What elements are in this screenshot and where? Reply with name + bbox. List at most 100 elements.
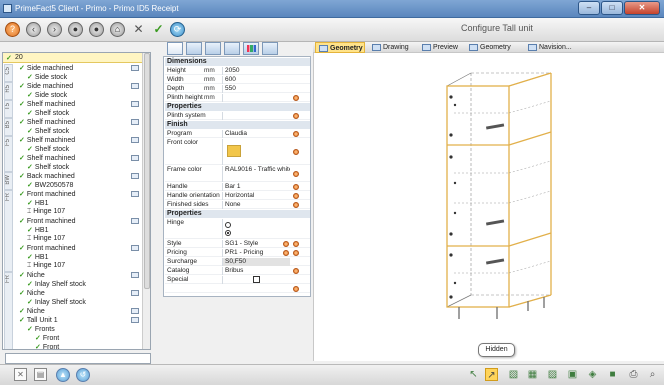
tree-item[interactable]: ✓ HB1 (27, 253, 49, 262)
property-value-field[interactable]: Claudia (222, 130, 290, 138)
property-value-field[interactable] (222, 219, 290, 239)
component-tree[interactable]: ✓ 20 C5 R5 T5 B5 F5 BW FR FR ✓ Side machined ✓ Side… (2, 52, 151, 350)
render-icon[interactable]: ◈ (586, 368, 599, 381)
dropdown-icon[interactable] (293, 249, 299, 256)
tree-scrollbar[interactable] (142, 53, 150, 349)
row-toggle-icon[interactable] (131, 191, 139, 197)
tab-geometry-2[interactable]: Geometry (466, 42, 520, 53)
dropdown-icon[interactable] (293, 240, 299, 247)
tree-item[interactable]: ⌶ Hinge 107 (27, 262, 65, 271)
front-color-swatch[interactable] (227, 145, 241, 157)
dropdown-icon[interactable] (293, 112, 299, 119)
dropdown-icon[interactable] (293, 94, 299, 101)
up-icon[interactable]: ▲ (56, 368, 70, 382)
row-toggle-icon[interactable] (131, 65, 139, 71)
row-toggle-icon[interactable] (131, 119, 139, 125)
property-value-field[interactable]: S0,F50 (222, 258, 290, 266)
arrow-icon[interactable]: ↺ (76, 368, 90, 382)
row-toggle-icon[interactable] (131, 308, 139, 314)
tab-chart-icon[interactable] (243, 42, 259, 55)
tab-form-icon[interactable] (262, 42, 278, 55)
tab-list-icon[interactable] (186, 42, 202, 55)
property-value-field[interactable]: 600 (222, 76, 290, 84)
dropdown-icon[interactable] (293, 148, 299, 155)
solid-icon[interactable]: ▨ (546, 368, 559, 381)
row-toggle-icon[interactable] (131, 272, 139, 278)
tree-root[interactable]: ✓ 20 (3, 53, 143, 63)
property-value-field[interactable]: Bar 1 (222, 183, 290, 191)
tree-item[interactable]: ✓ Shelf stock (27, 163, 69, 172)
tree-item[interactable]: ✓ Shelf machined (19, 154, 75, 163)
property-value-field[interactable]: RAL9016 - Traffic white (222, 166, 290, 182)
minimize-button[interactable]: – (578, 1, 600, 15)
tree-item[interactable]: ✓ Niche (19, 307, 45, 316)
dropdown-icon[interactable] (293, 192, 299, 199)
tree-item[interactable]: ✓ Inlay Shelf stock (27, 298, 86, 307)
property-value-field[interactable]: 550 (222, 85, 290, 93)
document-icon[interactable]: ▤ (34, 368, 47, 381)
property-value-field[interactable]: SG1 - Style (222, 240, 290, 248)
wire-icon[interactable]: ▦ (526, 368, 539, 381)
dropdown-icon[interactable] (293, 183, 299, 190)
hidden-icon[interactable]: ↗ (485, 368, 498, 381)
tab-navision[interactable]: Navision... (525, 42, 583, 53)
tree-item[interactable]: ✓ Side stock (27, 91, 67, 100)
special-checkbox[interactable] (253, 276, 260, 283)
tree-item[interactable]: ✓ Shelf machined (19, 136, 75, 145)
scrollbar-thumb[interactable] (144, 53, 150, 289)
property-value-field[interactable]: None (222, 201, 290, 209)
tree-item[interactable]: ✓ Fronts (27, 325, 55, 334)
row-toggle-icon[interactable] (131, 155, 139, 161)
shaded-icon[interactable]: ▣ (566, 368, 579, 381)
close-icon[interactable]: ✕ (14, 368, 27, 381)
hinge-radio[interactable] (225, 230, 231, 236)
dropdown-icon[interactable] (293, 201, 299, 208)
row-toggle-icon[interactable] (131, 290, 139, 296)
tree-item[interactable]: ✓ Front (35, 334, 59, 343)
property-value-field[interactable]: PR1 - Pricing (222, 249, 290, 257)
dropdown-icon[interactable] (283, 249, 289, 256)
dropdown-icon[interactable] (293, 130, 299, 137)
row-toggle-icon[interactable] (131, 218, 139, 224)
3d-viewer[interactable] (313, 53, 664, 361)
tree-item[interactable]: ✓ Back machined (19, 172, 75, 181)
property-value-field[interactable]: Bribus (222, 267, 290, 275)
row-toggle-icon[interactable] (131, 137, 139, 143)
tab-drawing[interactable]: Drawing (369, 42, 415, 53)
tab-doc-icon[interactable] (224, 42, 240, 55)
dropdown-icon[interactable] (283, 240, 289, 247)
tree-item[interactable]: ✓ Inlay Shelf stock (27, 280, 86, 289)
dropdown-icon[interactable] (293, 286, 299, 292)
property-value-field[interactable] (222, 112, 290, 120)
texture-icon[interactable]: ■ (606, 368, 619, 381)
tree-item[interactable]: ✓ BW2050578 (27, 181, 73, 190)
property-value-field[interactable] (222, 94, 290, 102)
tab-geometry[interactable]: Geometry (315, 42, 365, 53)
tree-item[interactable]: ✓ Shelf machined (19, 118, 75, 127)
print-icon[interactable]: ⎙ (627, 368, 640, 381)
hinge-radio[interactable] (225, 222, 231, 228)
tree-item[interactable]: ✓ Front machined (19, 217, 76, 226)
row-toggle-icon[interactable] (131, 83, 139, 89)
tab-grid-icon[interactable] (167, 42, 183, 55)
tree-item[interactable]: ✓ Side stock (27, 73, 67, 82)
tree-item[interactable]: ✓ Shelf stock (27, 109, 69, 118)
tree-item[interactable]: ⌶ Hinge 107 (27, 235, 65, 244)
close-button[interactable]: ✕ (624, 1, 660, 15)
maximize-button[interactable]: □ (601, 1, 623, 15)
tree-item[interactable]: ⌶ Hinge 107 (27, 208, 65, 217)
tree-item[interactable]: ✓ Shelf stock (27, 145, 69, 154)
row-toggle-icon[interactable] (131, 317, 139, 323)
tree-item[interactable]: ✓ Side machined (19, 82, 73, 91)
row-toggle-icon[interactable] (131, 245, 139, 251)
dropdown-icon[interactable] (293, 170, 299, 177)
dropdown-icon[interactable] (293, 267, 299, 274)
tree-item[interactable]: ✓ Front machined (19, 190, 76, 199)
tab-preview[interactable]: Preview (419, 42, 462, 53)
property-value-field[interactable]: Horizontal (222, 192, 290, 200)
zoom-icon[interactable]: ⌕ (646, 368, 659, 381)
select-icon[interactable]: ↖ (467, 368, 480, 381)
tree-item[interactable]: ✓ Front machined (19, 244, 76, 253)
row-toggle-icon[interactable] (131, 101, 139, 107)
tree-item[interactable]: ✓ Tall Unit 1 (19, 316, 58, 325)
